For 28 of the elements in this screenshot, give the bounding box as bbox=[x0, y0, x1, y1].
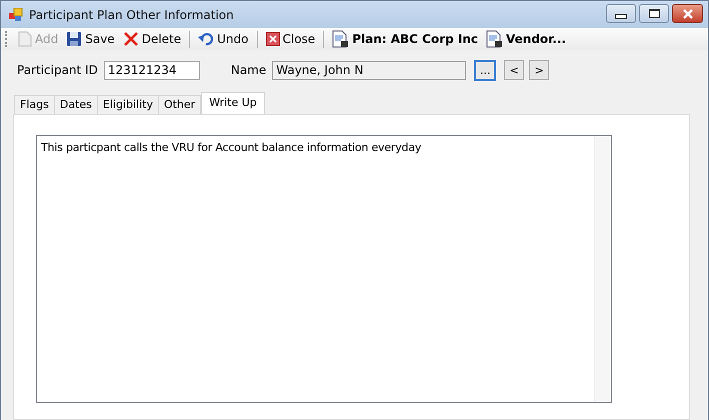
participant-id-label: Participant ID bbox=[17, 63, 98, 77]
toolbar-button[interactable]: Plan: ABC Corp Inc bbox=[329, 29, 482, 49]
maximize-button[interactable] bbox=[639, 4, 669, 23]
tab[interactable]: Other bbox=[158, 95, 202, 114]
scrollbar[interactable] bbox=[594, 136, 611, 402]
toolbar-button[interactable]: Vendor... bbox=[483, 29, 570, 49]
toolbar-button[interactable]: Delete bbox=[120, 30, 184, 48]
close-icon bbox=[682, 8, 694, 18]
participant-id-field[interactable]: 123121234 bbox=[104, 60, 200, 80]
tab[interactable]: Write Up bbox=[201, 92, 265, 114]
browse-button[interactable]: ... bbox=[474, 60, 496, 80]
app-icon bbox=[9, 8, 23, 22]
tab[interactable]: Flags bbox=[14, 95, 55, 114]
toolbar-button[interactable]: Save bbox=[63, 30, 118, 48]
toolbar-button[interactable]: Close bbox=[262, 31, 318, 47]
window-title: Participant Plan Other Information bbox=[29, 8, 234, 22]
name-label: Name bbox=[230, 63, 266, 77]
next-button[interactable]: > bbox=[529, 60, 550, 80]
close-button[interactable] bbox=[672, 4, 703, 23]
close-icon bbox=[266, 32, 280, 46]
write-up-field[interactable]: This particpant calls the VRU for Account balance information everyday bbox=[36, 135, 612, 403]
toolbar-button[interactable]: Undo bbox=[195, 31, 252, 47]
name-field[interactable]: Wayne, John N bbox=[272, 60, 466, 80]
minimize-button[interactable] bbox=[606, 4, 636, 23]
document-icon bbox=[18, 31, 32, 47]
x-mark-icon bbox=[122, 31, 139, 47]
previous-button[interactable]: < bbox=[504, 60, 524, 80]
undo-arrow-icon bbox=[198, 32, 214, 46]
